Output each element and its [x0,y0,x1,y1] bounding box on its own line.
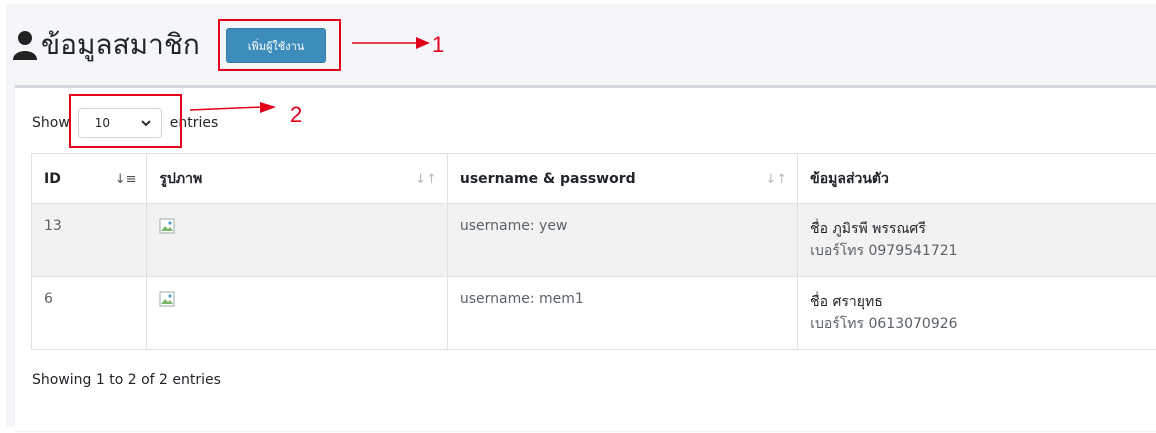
members-table: ID ↓≡ รูปภาพ ↓↑ username & password ↓↑ ข… [30,153,1156,350]
column-header-image[interactable]: รูปภาพ ↓↑ [146,153,448,204]
broken-image-icon [159,218,175,234]
cell-username: username: yew [446,203,799,277]
member-phone: เบอร์โทร 0979541721 [810,243,958,259]
table-row: 13 username: yew ชื่อ ภูมิรพี พรรณศรี เบ… [30,203,1156,277]
member-name: ชื่อ ศรายุทธ [810,294,883,310]
annotation-box-2 [69,94,182,148]
cell-id: 13 [30,203,148,277]
annotation-box-1 [218,19,341,71]
annotation-arrow-2 [190,102,276,113]
page-header: ข้อมูลสมาชิก [13,20,200,70]
sort-icon: ↓↑ [415,172,437,187]
table-row: 6 username: mem1 ชื่อ ศรายุทธ เบอร์โทร 0… [30,276,1156,350]
cell-id: 6 [30,276,148,350]
annotation-label-1: 1 [432,32,445,57]
cell-personal-info: ชื่อ ศรายุทธ เบอร์โทร 0613070926 [797,276,1156,350]
table-header-row: ID ↓≡ รูปภาพ ↓↑ username & password ↓↑ ข… [30,153,1156,204]
table-info: Showing 1 to 2 of 2 entries [32,372,221,388]
column-header-id[interactable]: ID ↓≡ [30,153,148,204]
cell-personal-info: ชื่อ ภูมิรพี พรรณศรี เบอร์โทร 0979541721 [797,203,1156,277]
column-header-personal-info[interactable]: ข้อมูลส่วนตัว [797,153,1156,204]
member-name: ชื่อ ภูมิรพี พรรณศรี [810,221,926,237]
annotation-label-2: 2 [290,102,303,127]
column-header-username[interactable]: username & password ↓↑ [446,153,799,204]
member-phone: เบอร์โทร 0613070926 [810,316,958,332]
cell-image [146,276,448,350]
page-title: ข้อมูลสมาชิก [41,28,200,61]
show-label: Show [32,115,70,131]
cell-username: username: mem1 [446,276,799,350]
user-icon [13,31,37,60]
sort-icon: ↓↑ [765,172,788,187]
sort-desc-icon: ↓≡ [114,172,137,187]
cell-image [146,203,448,277]
broken-image-icon [159,291,175,307]
annotation-arrow-1 [352,37,430,49]
